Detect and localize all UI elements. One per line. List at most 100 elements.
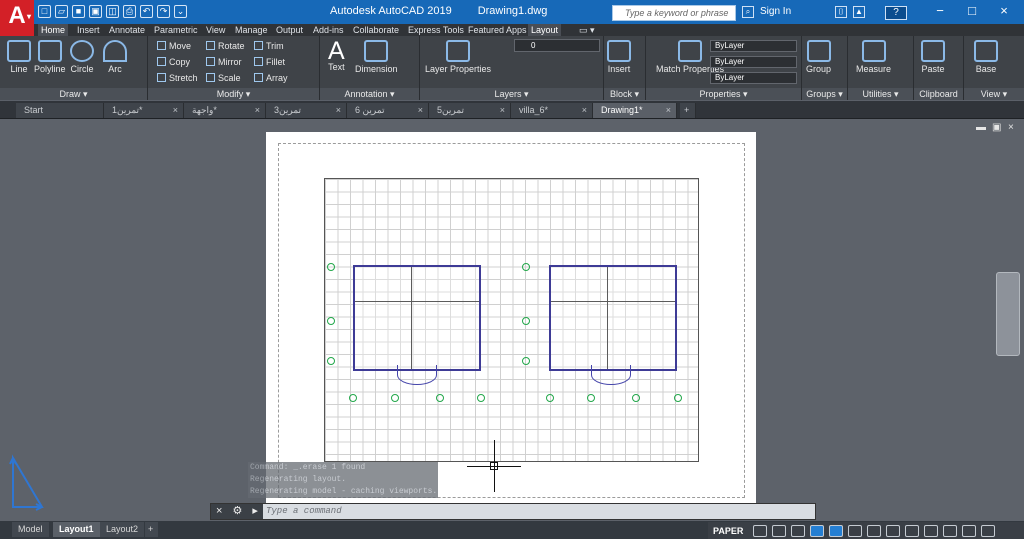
tab-output[interactable]: Output [273, 24, 306, 36]
stretch-button[interactable]: Stretch [157, 73, 198, 83]
cart-icon[interactable]: ⌷ [835, 6, 847, 18]
search-input[interactable]: Type a keyword or phrase [612, 5, 736, 21]
scale-button[interactable]: Scale [206, 73, 241, 83]
layer-properties-button[interactable]: Layer Properties [425, 40, 491, 74]
isolate-icon[interactable] [924, 524, 939, 537]
application-menu-button[interactable]: A ▾ [0, 0, 34, 36]
maximize-button[interactable]: □ [962, 3, 982, 19]
tab-document-5[interactable]: تمرين5 × [429, 103, 511, 118]
save-as-icon[interactable]: ▣ [89, 5, 102, 18]
tab-insert[interactable]: Insert [74, 24, 103, 36]
utilities-panel-label[interactable]: Utilities ▾ [848, 88, 913, 100]
close-command-icon[interactable]: × [216, 504, 222, 519]
viewport-minimize-icon[interactable]: ▬ [976, 122, 986, 133]
grid-icon[interactable] [753, 524, 768, 537]
tab-view[interactable]: View [203, 24, 228, 36]
minimize-button[interactable]: − [930, 3, 950, 19]
circle-button[interactable]: Circle [70, 40, 94, 74]
paper-space-button[interactable]: PAPER [708, 526, 748, 536]
save-icon[interactable]: ■ [72, 5, 85, 18]
tab-document-3[interactable]: تمرين3 × [266, 103, 347, 118]
layout1-tab[interactable]: Layout1 [53, 522, 100, 537]
tab-drawing1[interactable]: Drawing1* × [593, 103, 677, 118]
copy-button[interactable]: Copy [157, 57, 190, 67]
new-icon[interactable]: □ [38, 5, 51, 18]
ribbon-options-icon[interactable]: ▭ ▾ [576, 24, 598, 36]
mirror-button[interactable]: Mirror [206, 57, 242, 67]
polyline-button[interactable]: Polyline [34, 40, 66, 74]
modify-panel-label[interactable]: Modify ▾ [148, 88, 319, 100]
help-button[interactable]: ? [885, 6, 907, 20]
binoculars-icon[interactable]: ⌕ [742, 6, 754, 18]
polar-tracking-icon[interactable] [810, 524, 825, 537]
dimension-button[interactable]: Dimension [355, 40, 398, 74]
groups-panel-label[interactable]: Groups ▾ [802, 88, 847, 100]
layers-panel-label[interactable]: Layers ▾ [420, 88, 603, 100]
tab-home[interactable]: Home [38, 24, 69, 36]
layer-dropdown[interactable]: 0 [514, 39, 600, 52]
navigation-bar[interactable] [996, 272, 1020, 356]
tab-document-4[interactable]: تمرين 6 × [347, 103, 429, 118]
redo-icon[interactable]: ↷ [157, 5, 170, 18]
recent-commands-icon[interactable]: ▸ [252, 504, 258, 519]
ortho-icon[interactable] [791, 524, 806, 537]
hardware-icon[interactable] [943, 524, 958, 537]
tab-annotate[interactable]: Annotate [106, 24, 148, 36]
model-tab[interactable]: Model [12, 522, 49, 537]
fillet-button[interactable]: Fillet [254, 57, 285, 67]
undo-icon[interactable]: ↶ [140, 5, 153, 18]
add-icon[interactable] [905, 524, 920, 537]
tab-collaborate[interactable]: Collaborate [350, 24, 402, 36]
customize-icon[interactable] [981, 524, 996, 537]
tab-document-6[interactable]: villa_6* × [511, 103, 593, 118]
web-icon[interactable]: ◫ [106, 5, 119, 18]
new-tab-button[interactable]: + [680, 103, 696, 118]
viewport-close-icon[interactable]: × [1008, 122, 1014, 133]
object-snap-icon[interactable] [829, 524, 844, 537]
viewport-restore-icon[interactable]: ▣ [992, 122, 1001, 133]
properties-panel-label[interactable]: Properties ▾ [646, 88, 801, 100]
text-button[interactable]: A Text [328, 39, 345, 73]
tab-document-1[interactable]: تمرين1* × [104, 103, 184, 118]
command-input[interactable]: Type a command [266, 506, 786, 516]
color-dropdown[interactable]: ByLayer [710, 40, 797, 52]
tab-parametric[interactable]: Parametric [151, 24, 201, 36]
group-button[interactable]: Group [806, 40, 831, 74]
customize-icon[interactable]: ⌄ [174, 5, 187, 18]
trim-button[interactable]: Trim [254, 41, 284, 51]
gear-icon[interactable] [886, 524, 901, 537]
clean-screen-icon[interactable] [962, 524, 977, 537]
sign-in-button[interactable]: Sign In [760, 6, 791, 17]
annotation-panel-label[interactable]: Annotation ▾ [320, 88, 419, 100]
layout2-tab[interactable]: Layout2 [100, 522, 145, 537]
tab-featured-apps[interactable]: Featured Apps [465, 24, 530, 36]
measure-button[interactable]: Measure [856, 40, 891, 74]
block-panel-label[interactable]: Block ▾ [604, 88, 645, 100]
clipboard-panel-label[interactable]: Clipboard [914, 88, 963, 100]
tab-start[interactable]: Start [16, 103, 104, 118]
rotate-button[interactable]: Rotate [206, 41, 245, 51]
annotation-scale-icon[interactable] [848, 524, 863, 537]
view-panel-label[interactable]: View ▾ [964, 88, 1024, 100]
open-icon[interactable]: ▱ [55, 5, 68, 18]
line-button[interactable]: Line [7, 40, 31, 74]
tab-manage[interactable]: Manage [232, 24, 271, 36]
lineweight-dropdown[interactable]: ByLayer [710, 72, 797, 84]
tab-document-2[interactable]: واجهة* × [184, 103, 266, 118]
tab-express-tools[interactable]: Express Tools [405, 24, 467, 36]
move-button[interactable]: Move [157, 41, 191, 51]
insert-button[interactable]: Insert [607, 40, 631, 74]
array-button[interactable]: Array [254, 73, 288, 83]
paste-button[interactable]: Paste [921, 40, 945, 74]
triangle-icon[interactable]: ▲ [853, 6, 865, 18]
snap-icon[interactable] [772, 524, 787, 537]
draw-panel-label[interactable]: Draw ▾ [0, 88, 147, 100]
workspace-icon[interactable] [867, 524, 882, 537]
linetype-dropdown[interactable]: ByLayer [710, 56, 797, 68]
tab-layout[interactable]: Layout [528, 24, 562, 36]
close-button[interactable]: × [994, 3, 1014, 19]
plot-icon[interactable]: ⎙ [123, 5, 136, 18]
tab-add-ins[interactable]: Add-ins [310, 24, 347, 36]
arc-button[interactable]: Arc [103, 40, 127, 74]
customize-command-icon[interactable]: ⚙ [233, 504, 243, 519]
